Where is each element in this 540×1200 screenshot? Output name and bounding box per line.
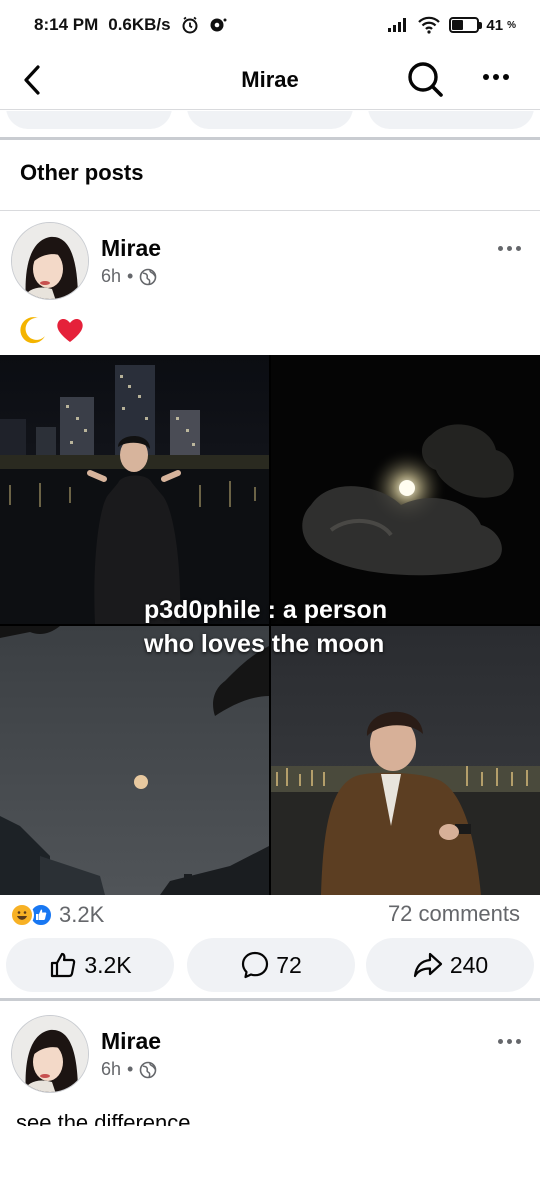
thumbs-up-icon	[51, 952, 76, 978]
chevron-left-icon	[24, 65, 40, 95]
photo-city-night[interactable]	[0, 355, 269, 624]
overlay-line-2: who loves the moon	[144, 630, 385, 658]
post-divider	[0, 998, 540, 1001]
comment-count: 72	[276, 951, 302, 978]
previous-like-button[interactable]	[6, 111, 172, 129]
red-heart-emoji	[57, 319, 83, 342]
haha-reaction-icon	[10, 903, 34, 927]
battery-indicator: 41%	[449, 17, 516, 34]
comment-button[interactable]: 72	[187, 938, 355, 992]
avatar[interactable]	[11, 1015, 89, 1093]
previous-post-actions	[0, 111, 540, 135]
notification-icon	[209, 16, 227, 34]
page-title: Mirae	[241, 66, 299, 92]
previous-comment-button[interactable]	[187, 111, 353, 129]
post-meta: 6h •	[101, 1059, 157, 1080]
post-text-content: see the difference	[16, 1110, 191, 1126]
overlay-line-1: p3d0phile : a person	[144, 596, 388, 624]
comment-icon	[242, 951, 269, 979]
battery-level: 41	[486, 16, 504, 34]
globe-icon	[140, 268, 157, 285]
share-count: 240	[449, 951, 489, 978]
post-photo-collage[interactable]: p3d0phile : a person who loves the moon	[0, 355, 540, 895]
status-time: 8:14 PM	[34, 15, 99, 34]
status-left: 8:14 PM 0.6KB/s	[34, 15, 227, 35]
reaction-summary[interactable]: 3.2K	[10, 901, 104, 929]
post-time[interactable]: 6h	[101, 1059, 121, 1080]
search-icon	[408, 62, 443, 97]
post-text: see the difference	[16, 1108, 191, 1126]
battery-icon	[449, 17, 480, 33]
more-horizontal-icon	[497, 245, 503, 251]
photo-man-river[interactable]	[271, 626, 540, 895]
more-options-button[interactable]	[476, 62, 516, 92]
more-horizontal-icon	[483, 74, 489, 80]
network-speed: 0.6KB/s	[108, 15, 171, 34]
post-text	[16, 314, 86, 346]
section-divider	[0, 137, 540, 140]
alarm-icon	[181, 16, 199, 34]
post-time[interactable]: 6h	[101, 266, 121, 287]
back-button[interactable]	[22, 60, 52, 100]
photo-overlay-caption: p3d0phile : a person who loves the moon	[144, 593, 387, 661]
post-author[interactable]: Mirae	[101, 1028, 161, 1055]
photo-moon-clouds[interactable]	[271, 355, 540, 624]
comments-count[interactable]: 72 comments	[388, 901, 520, 927]
cellular-signal-icon	[387, 17, 409, 33]
previous-share-button[interactable]	[368, 111, 534, 129]
globe-icon	[140, 1061, 157, 1078]
meta-separator: •	[127, 1059, 134, 1079]
avatar[interactable]	[11, 222, 89, 300]
status-bar: 8:14 PM 0.6KB/s 41%	[0, 0, 540, 50]
post-options-button[interactable]	[492, 1031, 526, 1051]
share-button[interactable]: 240	[366, 938, 534, 992]
wifi-icon	[417, 16, 441, 34]
like-count: 3.2K	[84, 951, 132, 978]
post-options-button[interactable]	[492, 238, 526, 258]
divider	[0, 210, 540, 211]
share-icon	[413, 952, 442, 978]
post-meta: 6h •	[101, 266, 157, 287]
post-author[interactable]: Mirae	[101, 235, 161, 262]
like-button[interactable]: 3.2K	[6, 938, 174, 992]
crescent-moon-emoji	[20, 317, 45, 344]
app-header: Mirae	[0, 50, 540, 110]
status-right: 41%	[387, 16, 516, 34]
reaction-count: 3.2K	[59, 902, 105, 927]
search-button[interactable]	[404, 58, 446, 100]
more-horizontal-icon	[497, 1038, 503, 1044]
meta-separator: •	[127, 266, 134, 286]
section-title: Other posts	[20, 160, 144, 185]
photo-evening-sky[interactable]	[0, 626, 269, 895]
